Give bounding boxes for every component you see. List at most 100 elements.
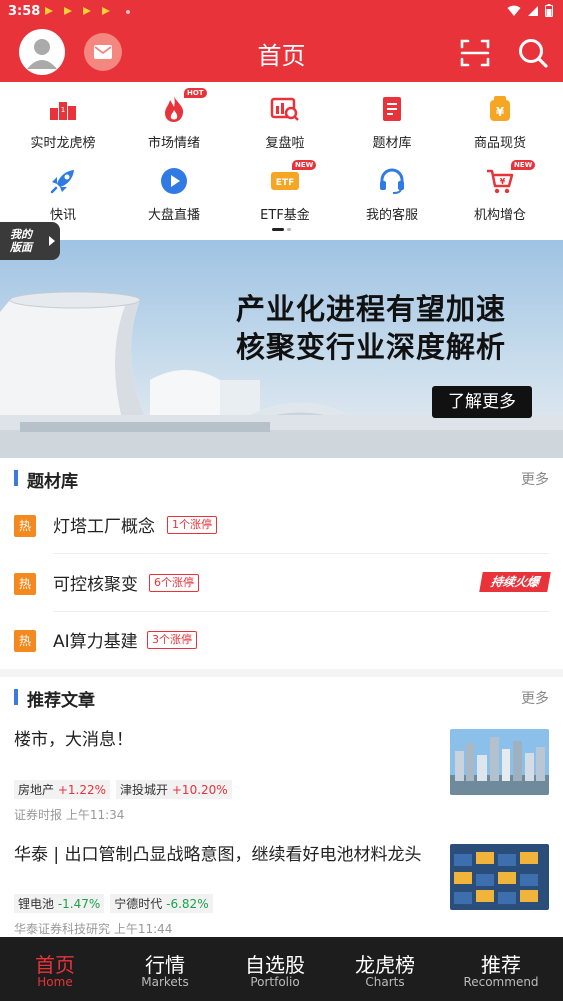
my-layout-tab[interactable]: 我的 版面 [0, 222, 60, 260]
grid-item-live-market[interactable]: 大盘直播 [118, 154, 230, 223]
grid-item-market-sentiment[interactable]: HOT 市场情绪 [118, 82, 230, 151]
promo-banner[interactable]: 产业化进程有望加速 核聚变行业深度解析 了解更多 [0, 240, 563, 458]
new-badge: NEW [511, 160, 536, 170]
quick-access-grid: 1 实时龙虎榜 HOT 市场情绪 复盘啦 题材库 ¥ 商品现货 快讯 大盘直播 … [0, 82, 563, 240]
grid-item-review[interactable]: 复盘啦 [229, 82, 341, 151]
stock-chip[interactable]: 房地产 +1.22% [14, 780, 111, 799]
hot-tag: 热 [14, 573, 36, 595]
rocket-icon [50, 170, 74, 194]
section-accent-bar [14, 689, 18, 705]
nav-portfolio[interactable]: 自选股 Portfolio [220, 937, 330, 1001]
grid-item-etf-fund[interactable]: ETF NEW ETF基金 [229, 154, 341, 223]
nav-sublabel: Recommend [463, 975, 539, 989]
limit-up-tag: 3个涨停 [147, 631, 197, 649]
battery-icon [545, 4, 553, 17]
stock-chip[interactable]: 宁德时代 -6.82% [110, 894, 213, 913]
grid-item-commodity-spot[interactable]: ¥ 商品现货 [444, 82, 556, 151]
stock-change: +10.20% [171, 783, 228, 797]
flame-icon [165, 96, 184, 122]
recommended-articles-section: 推荐文章 更多 楼市，大消息！ 房地产 +1.22% 津投城开 +10.20% … [0, 677, 563, 937]
headset-icon [380, 168, 404, 194]
grid-item-label: 市场情绪 [147, 136, 200, 151]
learn-more-button[interactable]: 了解更多 [432, 386, 532, 418]
article-item[interactable]: 华泰 | 出口管制凸显战略意图，继续看好电池材料龙头 锂电池 -1.47% 宁德… [0, 844, 563, 939]
section-title: 推荐文章 [27, 691, 95, 711]
more-link[interactable]: 更多 [521, 688, 549, 708]
stock-change: -1.47% [57, 897, 101, 911]
grid-item-label: 复盘啦 [265, 136, 305, 151]
topic-name: 可控核聚变 [53, 575, 138, 595]
topic-name: AI算力基建 [53, 632, 138, 652]
topic-row[interactable]: 热 可控核聚变 6个涨停 持续火爆 [0, 555, 563, 612]
banner-headline: 产业化进程有望加速 核聚变行业深度解析 [236, 290, 506, 366]
divider [53, 553, 549, 554]
stock-chip[interactable]: 锂电池 -1.47% [14, 894, 105, 913]
grid-item-institution-increase[interactable]: ¥ NEW 机构增仓 [444, 154, 556, 223]
document-icon [383, 97, 401, 121]
article-title: 楼市，大消息！ [14, 730, 133, 750]
svg-text:ETF: ETF [276, 178, 294, 188]
chart-review-icon [270, 97, 299, 121]
banner-line2: 核聚变行业深度解析 [236, 330, 507, 364]
section-header: 推荐文章 更多 [0, 677, 563, 717]
notification-icon [102, 7, 110, 15]
article-time: 上午11:34 [65, 808, 125, 822]
nav-recommend[interactable]: 推荐 Recommend [446, 937, 556, 1001]
hot-tag: 热 [14, 630, 36, 652]
article-thumbnail [450, 844, 549, 910]
limit-up-tag: 6个涨停 [149, 574, 199, 592]
nav-sublabel: Markets [141, 975, 189, 989]
stock-change: +1.22% [57, 783, 107, 797]
topic-row[interactable]: 热 AI算力基建 3个涨停 [0, 612, 563, 669]
nav-label: 行情 [145, 953, 185, 977]
grid-item-topic-library[interactable]: 题材库 [336, 82, 448, 151]
bottom-navigation: 首页 Home 行情 Markets 自选股 Portfolio 龙虎榜 Cha… [0, 937, 563, 1001]
page-dot-active [272, 228, 284, 231]
nav-sublabel: Home [37, 975, 73, 989]
article-meta: 华泰证券科技研究 上午11:44 [14, 920, 172, 937]
grid-item-customer-service[interactable]: 我的客服 [336, 154, 448, 223]
stock-chip[interactable]: 津投城开 +10.20% [116, 780, 232, 799]
grid-item-label: 我的客服 [365, 208, 418, 223]
nav-home[interactable]: 首页 Home [0, 937, 110, 1001]
hot-badge: HOT [184, 88, 207, 98]
stock-name: 津投城开 [120, 783, 169, 797]
status-bar: 3:58 [0, 0, 563, 24]
limit-up-tag: 1个涨停 [167, 516, 217, 534]
scan-icon[interactable] [459, 37, 491, 69]
hot-tag: 热 [14, 515, 36, 537]
status-dot [126, 10, 130, 14]
notification-icon [83, 7, 91, 15]
search-icon[interactable] [516, 36, 550, 70]
notification-icon [64, 7, 72, 15]
new-badge: NEW [292, 160, 317, 170]
related-stocks: 房地产 +1.22% 津投城开 +10.20% [14, 780, 232, 799]
article-title: 华泰 | 出口管制凸显战略意图，继续看好电池材料龙头 [14, 845, 422, 865]
related-stocks: 锂电池 -1.47% 宁德时代 -6.82% [14, 894, 213, 913]
grid-item-realtime-dragon-tiger[interactable]: 1 实时龙虎榜 [7, 82, 119, 151]
article-thumbnail [450, 729, 549, 795]
nav-markets[interactable]: 行情 Markets [110, 937, 220, 1001]
topic-row[interactable]: 热 灯塔工厂概念 1个涨停 [0, 497, 563, 554]
article-source: 华泰证券科技研究 [14, 922, 111, 936]
grid-item-label: 实时龙虎榜 [30, 136, 96, 151]
nav-sublabel: Charts [365, 975, 405, 989]
notification-icon [45, 7, 53, 15]
more-link[interactable]: 更多 [521, 469, 549, 489]
grid-item-label: 题材库 [372, 136, 412, 151]
nav-sublabel: Portfolio [250, 975, 300, 989]
etf-icon: ETF [271, 172, 299, 190]
grid-item-flash-news[interactable]: 快讯 [7, 154, 119, 223]
article-source: 证券时报 [14, 808, 63, 822]
article-item[interactable]: 楼市，大消息！ 房地产 +1.22% 津投城开 +10.20% 证券时报 上午1… [0, 729, 563, 829]
podium-icon: 1 [50, 102, 76, 120]
section-accent-bar [14, 470, 18, 486]
chevron-right-icon [49, 236, 55, 246]
article-time: 上午11:44 [113, 922, 173, 936]
stock-name: 锂电池 [18, 897, 55, 911]
grid-item-label: ETF基金 [260, 208, 310, 223]
nav-charts[interactable]: 龙虎榜 Charts [330, 937, 440, 1001]
yen-bag-icon: ¥ [490, 96, 510, 121]
grid-item-label: 快讯 [49, 208, 76, 223]
status-indicators [507, 4, 553, 17]
